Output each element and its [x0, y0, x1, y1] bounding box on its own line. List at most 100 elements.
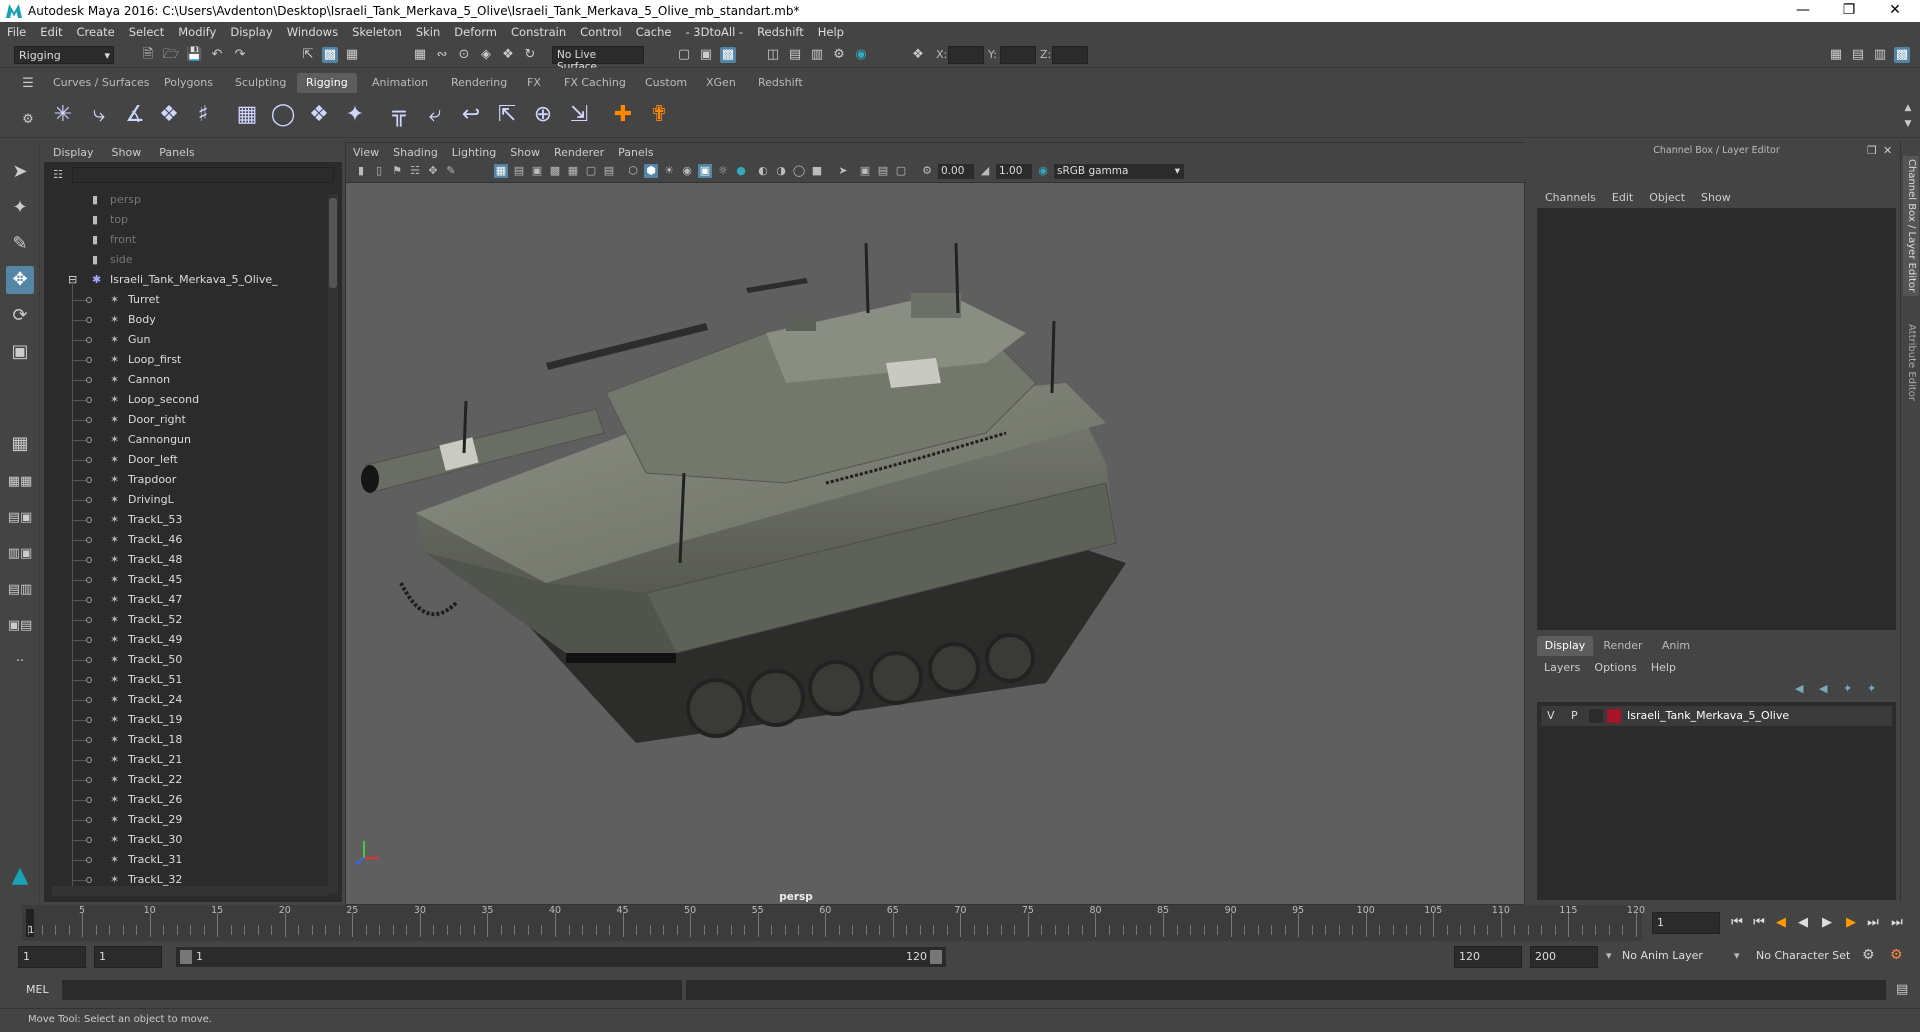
menu-display[interactable]: Display	[223, 25, 279, 39]
render-view-icon[interactable]: ◫	[765, 47, 781, 63]
menu-constrain[interactable]: Constrain	[504, 25, 573, 39]
grease-pencil-icon[interactable]: ✎	[444, 164, 458, 178]
playback-prefs-icon[interactable]: ⚙	[1890, 947, 1903, 963]
shelf-tab-polygons[interactable]: Polygons	[155, 73, 222, 93]
menu-create[interactable]: Create	[70, 25, 122, 39]
undo-icon[interactable]: ↶	[209, 47, 225, 63]
channel-box-toggle-icon[interactable]: ▩	[1894, 47, 1910, 63]
menu-select[interactable]: Select	[122, 25, 171, 39]
expand-dot-icon[interactable]	[86, 657, 92, 663]
shelf-tab-redshift[interactable]: Redshift	[749, 73, 812, 93]
layer-name[interactable]: Israeli_Tank_Merkava_5_Olive	[1627, 709, 1789, 722]
move-tool-icon[interactable]: ✥	[6, 266, 34, 294]
layer-visibility-toggle[interactable]: V	[1547, 709, 1555, 722]
render-settings-icon[interactable]: ⚙	[831, 47, 847, 63]
expand-dot-icon[interactable]	[86, 637, 92, 643]
expand-dot-icon[interactable]	[86, 297, 92, 303]
channel-menu-channels[interactable]: Channels	[1537, 191, 1604, 204]
outliner-item-label[interactable]: TrackL_26	[128, 790, 182, 810]
expand-dot-icon[interactable]	[86, 377, 92, 383]
new-layer-selected-icon[interactable]: ✦	[1843, 682, 1852, 695]
outliner-row[interactable]: ✶ TrackL_22	[44, 770, 326, 790]
expand-dot-icon[interactable]	[86, 457, 92, 463]
shelf-settings-icon[interactable]: ⚙	[20, 112, 36, 128]
save-scene-icon[interactable]: 💾	[186, 47, 202, 63]
outliner-item-label[interactable]: TrackL_52	[128, 610, 182, 630]
exposure-field[interactable]: 0.00	[938, 164, 974, 179]
outliner-row[interactable]: ✶ TrackL_47	[44, 590, 326, 610]
expand-dot-icon[interactable]	[86, 877, 92, 883]
select-hierarchy-icon[interactable]: ⇱	[300, 47, 316, 63]
menuset-dropdown[interactable]: Rigging ▾	[14, 46, 114, 64]
smooth-bind-icon[interactable]: ◯	[268, 100, 298, 130]
play-forwards-icon[interactable]: ▶	[1818, 915, 1836, 930]
animation-end-field[interactable]: 200	[1530, 946, 1598, 968]
expand-dot-icon[interactable]	[86, 537, 92, 543]
outliner-row[interactable]: ✶ Door_right	[44, 410, 326, 430]
outliner-item-label[interactable]: TrackL_50	[128, 650, 182, 670]
go-to-start-icon[interactable]: ⏮	[1728, 915, 1746, 930]
menu-modify[interactable]: Modify	[171, 25, 223, 39]
range-slider-track[interactable]	[176, 947, 946, 967]
aim-constraint-icon[interactable]: ⊕	[528, 100, 558, 130]
channel-menu-object[interactable]: Object	[1641, 191, 1693, 204]
wireframe-on-shaded-icon[interactable]: ▣	[698, 164, 712, 178]
paint-select-icon[interactable]: ✎	[6, 230, 34, 258]
scale-constraint-icon[interactable]: ⇱	[492, 100, 522, 130]
outliner-row[interactable]: ✶ DrivingL	[44, 490, 326, 510]
snap-view-icon[interactable]: ◈	[478, 47, 494, 63]
expand-dot-icon[interactable]	[86, 777, 92, 783]
xray-icon[interactable]: ➤	[836, 164, 850, 178]
outliner-item-label[interactable]: TrackL_45	[128, 570, 182, 590]
layer-menu-options[interactable]: Options	[1587, 661, 1643, 674]
layer-tab-display[interactable]: Display	[1537, 636, 1593, 656]
expand-dot-icon[interactable]	[86, 397, 92, 403]
move-layer-down-icon[interactable]: ◀	[1819, 682, 1827, 695]
menu-windows[interactable]: Windows	[280, 25, 345, 39]
outliner-item-label[interactable]: TrackL_19	[128, 710, 182, 730]
isolate-select-icon[interactable]: ■	[810, 164, 824, 178]
lattice-icon[interactable]: ❖	[304, 100, 334, 130]
tool-settings-toggle-icon[interactable]: ▥	[1872, 47, 1888, 63]
play-backwards-icon[interactable]: ◀	[1794, 915, 1812, 930]
select-object-icon[interactable]: ▩	[322, 47, 338, 63]
outliner-vertical-scrollbar[interactable]	[328, 194, 338, 894]
menu-edit[interactable]: Edit	[33, 25, 69, 39]
humanik-icon[interactable]: ♯	[188, 100, 218, 130]
outliner-row[interactable]: ✶ TrackL_48	[44, 550, 326, 570]
outliner-row[interactable]: ✶ TrackL_51	[44, 670, 326, 690]
hud-icon[interactable]: ▢	[894, 164, 908, 178]
open-scene-icon[interactable]: 🗁	[163, 47, 179, 63]
outliner-item-label[interactable]: TrackL_49	[128, 630, 182, 650]
shelf-tab-curves-surfaces[interactable]: Curves / Surfaces	[44, 73, 159, 93]
auto-key-icon[interactable]: ⚙	[1862, 947, 1875, 963]
shelf-tab-rendering[interactable]: Rendering	[442, 73, 516, 93]
outliner-row[interactable]: ✶ Door_left	[44, 450, 326, 470]
outliner-horizontal-scrollbar[interactable]	[52, 886, 328, 896]
playback-end-field[interactable]: 120	[1454, 946, 1522, 968]
outliner-row[interactable]: ✶ TrackL_30	[44, 830, 326, 850]
side-tab-channel-box[interactable]: Channel Box / Layer Editor	[1903, 156, 1919, 296]
mel-label[interactable]: MEL	[26, 983, 49, 996]
time-slider[interactable]: 1 5 10 15 20 25 30 35 40 45 50 55 60 65 70 75 80 85 90 95 1…	[0, 905, 1920, 941]
outliner-row[interactable]: ✶ TrackL_45	[44, 570, 326, 590]
ipr-render-icon[interactable]: ▥	[809, 47, 825, 63]
menu-skeleton[interactable]: Skeleton	[345, 25, 409, 39]
viewport-menu-panels[interactable]: Panels	[611, 146, 660, 159]
shelf-tab-custom[interactable]: Custom	[636, 73, 696, 93]
z-field[interactable]	[1052, 46, 1088, 64]
expand-dot-icon[interactable]	[86, 837, 92, 843]
transform-mode-icon[interactable]: ❖	[910, 47, 926, 63]
outliner-menu-panels[interactable]: Panels	[150, 146, 203, 159]
orient-constraint-icon[interactable]: ↩	[456, 100, 486, 130]
snap-live-icon[interactable]: ↻	[522, 47, 538, 63]
snap-grid-icon[interactable]: ▦	[412, 47, 428, 63]
shelf-tab-xgen[interactable]: XGen	[697, 73, 745, 93]
outliner-item-label[interactable]: TrackL_21	[128, 750, 182, 770]
outliner-item-label[interactable]: Cannon	[128, 370, 170, 390]
outliner-item-label[interactable]: TrackL_48	[128, 550, 182, 570]
menu-skin[interactable]: Skin	[409, 25, 447, 39]
joint-tool-icon[interactable]: ✳	[48, 100, 78, 130]
cluster-icon[interactable]: ✦	[340, 100, 370, 130]
step-back-key-icon[interactable]: ◀	[1772, 915, 1790, 930]
